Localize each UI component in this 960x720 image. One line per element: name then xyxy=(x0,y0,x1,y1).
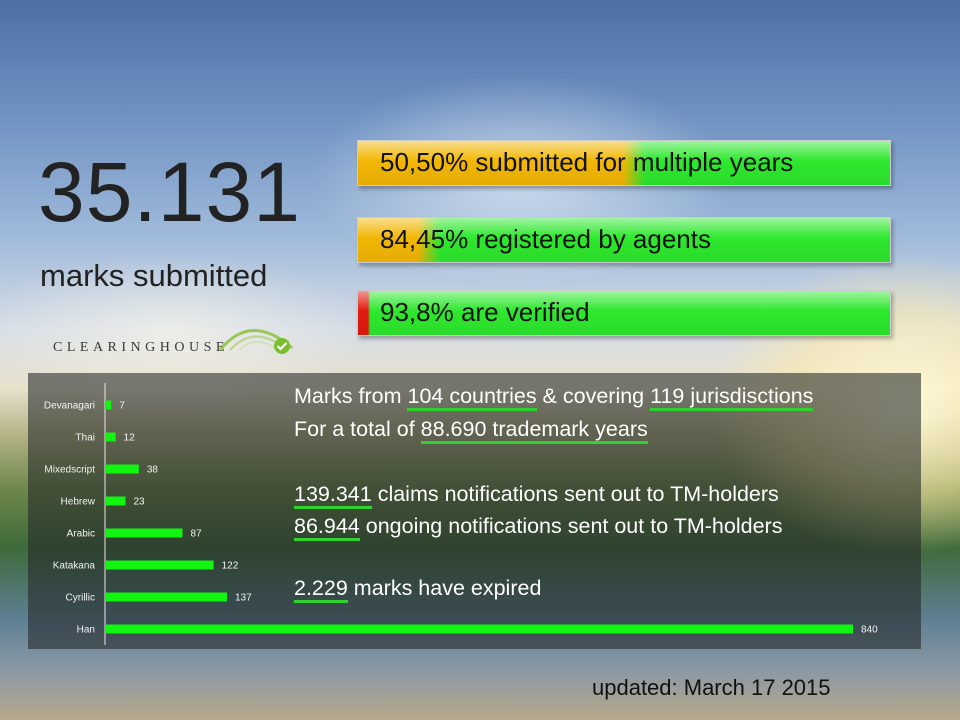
bar-value-label: 137 xyxy=(235,593,252,604)
info-panel: Devanagari 7 Thai 12 Mixedscript 38 Hebrew 23 Ar… xyxy=(28,373,921,649)
stat-bar-agents: 84,45% registered by agents xyxy=(357,217,891,263)
claims-notifications-count: 139.341 xyxy=(294,482,372,509)
bar-value-label: 7 xyxy=(119,401,125,412)
bar-value-label: 122 xyxy=(222,561,239,572)
marks-submitted-number: 35.131 xyxy=(38,145,301,239)
category-label: Thai xyxy=(76,433,95,444)
check-icon xyxy=(218,329,293,354)
bar-devanagari xyxy=(105,400,112,410)
category-label: Hebrew xyxy=(61,497,96,508)
script-bar-chart: Devanagari 7 Thai 12 Mixedscript 38 Hebrew 23 Ar… xyxy=(44,383,878,645)
stat-label-verified: 93,8% are verified xyxy=(380,297,590,327)
bar-cyrillic xyxy=(105,592,227,602)
category-label: Katakana xyxy=(53,561,96,572)
stat-label-agents: 84,45% registered by agents xyxy=(380,224,711,254)
clearinghouse-logo: CLEARINGHOUSE xyxy=(36,318,296,360)
bar-value-label: 23 xyxy=(133,497,145,508)
trademark-years-count: 88.690 trademark years xyxy=(420,417,648,444)
bar-hebrew xyxy=(105,496,126,506)
bar-katakana xyxy=(105,560,214,570)
category-label: Mixedscript xyxy=(44,465,95,476)
category-label: Han xyxy=(77,625,95,636)
bar-value-label: 12 xyxy=(124,433,136,444)
category-label: Arabic xyxy=(67,529,95,540)
category-label: Devanagari xyxy=(44,401,95,412)
info-line-ongoing-notifications: 86.944 ongoing notifications sent out to… xyxy=(294,514,782,541)
jurisdictions-count: 119 jurisdisctions xyxy=(650,384,814,411)
bar-value-label: 840 xyxy=(861,625,878,636)
bar-value-label: 38 xyxy=(147,465,159,476)
expired-marks-count: 2.229 xyxy=(294,576,348,603)
bar-thai xyxy=(105,432,116,442)
bar-arabic xyxy=(105,528,183,538)
info-line-expired-marks: 2.229 marks have expired xyxy=(294,576,541,603)
stat-bar-multiple-years: 50,50% submitted for multiple years xyxy=(357,140,891,186)
bar-han xyxy=(105,624,853,634)
marks-submitted-caption: marks submitted xyxy=(40,258,268,293)
updated-date: updated: March 17 2015 xyxy=(592,675,831,700)
stat-bar-verified: 93,8% are verified xyxy=(357,290,891,336)
bar-mixedscript xyxy=(105,464,139,474)
ongoing-notifications-count: 86.944 xyxy=(294,514,360,541)
bar-value-label: 87 xyxy=(190,529,202,540)
logo-text: CLEARINGHOUSE xyxy=(53,340,229,355)
info-line-claims-notifications: 139.341 claims notifications sent out to… xyxy=(294,482,779,509)
info-line-trademark-years: For a total of 88.690 trademark years xyxy=(294,417,648,444)
info-line-countries: Marks from 104 countries & covering 119 … xyxy=(294,384,814,411)
stat-label-multiple-years: 50,50% submitted for multiple years xyxy=(380,147,794,177)
category-label: Cyrillic xyxy=(66,593,95,604)
countries-count: 104 countries xyxy=(407,384,537,411)
